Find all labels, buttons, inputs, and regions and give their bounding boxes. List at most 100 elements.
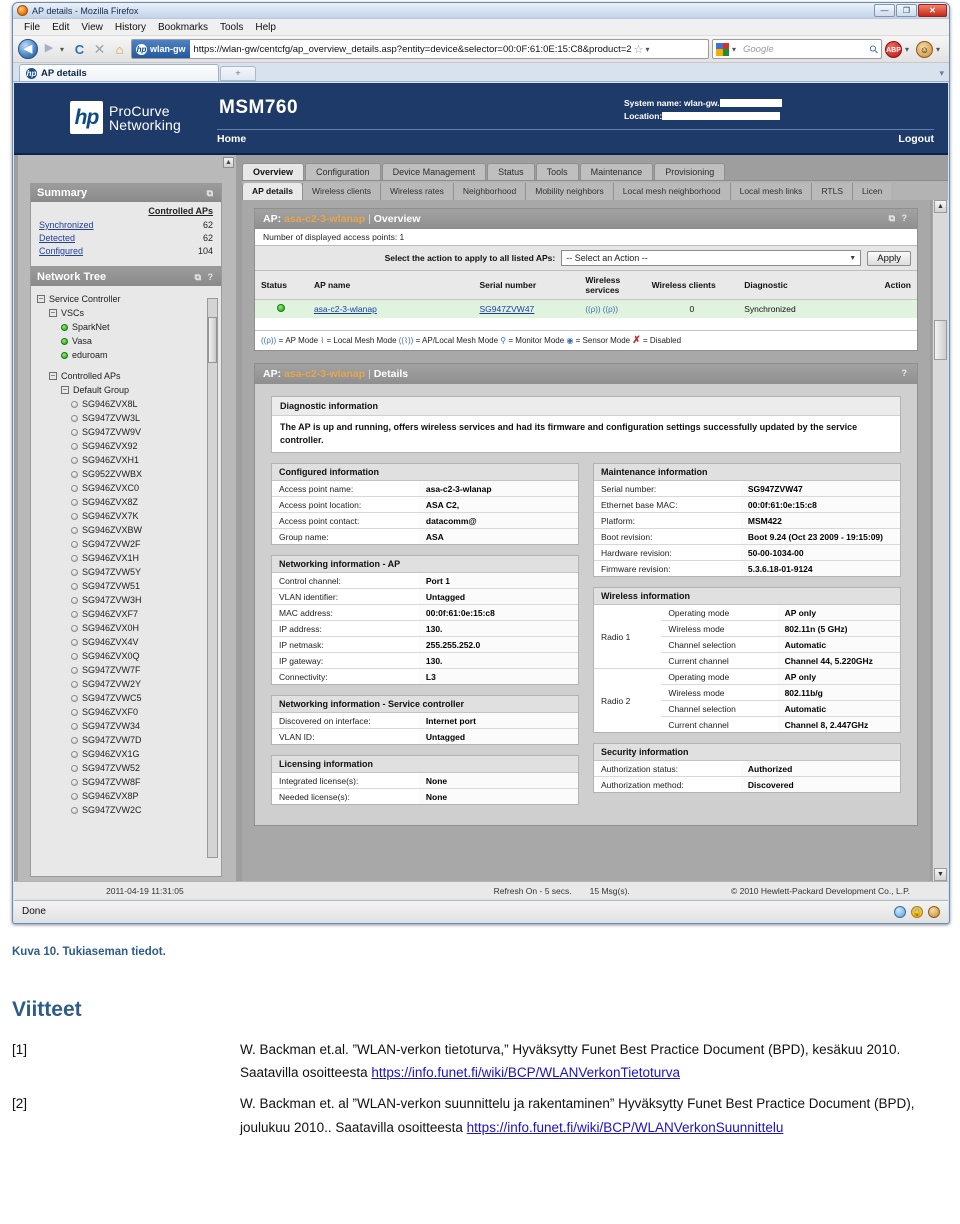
tree-node-ap[interactable]: SG946ZVXF0 bbox=[37, 705, 217, 719]
tree-node-ap[interactable]: SG947ZVW3H bbox=[37, 593, 217, 607]
logout-link[interactable]: Logout bbox=[898, 133, 934, 145]
collapse-icon[interactable]: – bbox=[49, 309, 57, 317]
reference-link[interactable]: https://info.funet.fi/wiki/BCP/WLANVerko… bbox=[371, 1065, 680, 1080]
menu-tools[interactable]: Tools bbox=[215, 21, 248, 34]
tab-list-icon[interactable]: ▾ bbox=[939, 68, 944, 79]
forward-icon[interactable]: ▶ bbox=[41, 39, 57, 59]
details-help-icon[interactable]: ? bbox=[902, 368, 910, 380]
subtab-rtls[interactable]: RTLS bbox=[811, 183, 853, 200]
left-panel-scroll-up-icon[interactable]: ▲ bbox=[223, 157, 234, 168]
network-tree-tools-icons[interactable]: ⧉ ? bbox=[195, 272, 215, 283]
tree-node-ap[interactable]: SG946ZVX1H bbox=[37, 551, 217, 565]
subtab-local-mesh-links[interactable]: Local mesh links bbox=[729, 183, 812, 200]
tree-node-ap[interactable]: SG947ZVW7D bbox=[37, 733, 217, 747]
menu-view[interactable]: View bbox=[76, 21, 108, 34]
tree-node-ap[interactable]: SG947ZVW51 bbox=[37, 579, 217, 593]
subtab-licenses[interactable]: Licen bbox=[852, 183, 892, 200]
addon-dropdown-icon[interactable]: ▾ bbox=[936, 45, 944, 54]
tree-node-ap[interactable]: SG947ZVW2F bbox=[37, 537, 217, 551]
tree-node-ap[interactable]: SG946ZVXBW bbox=[37, 523, 217, 537]
subtab-mobility-neighbors[interactable]: Mobility neighbors bbox=[525, 183, 613, 200]
stop-icon[interactable]: ✕ bbox=[91, 40, 108, 59]
tree-node-ap[interactable]: SG947ZVW34 bbox=[37, 719, 217, 733]
subtab-local-mesh-neighborhood[interactable]: Local mesh neighborhood bbox=[612, 183, 730, 200]
tab-provisioning[interactable]: Provisioning bbox=[654, 163, 726, 180]
tree-node-default-group[interactable]: – Default Group bbox=[37, 383, 217, 397]
tree-node-ap[interactable]: SG946ZVXC0 bbox=[37, 481, 217, 495]
subtab-wireless-clients[interactable]: Wireless clients bbox=[301, 183, 380, 200]
reference-link[interactable]: https://info.funet.fi/wiki/BCP/WLANVerko… bbox=[467, 1120, 784, 1135]
tab-maintenance[interactable]: Maintenance bbox=[579, 163, 654, 180]
menu-help[interactable]: Help bbox=[250, 21, 281, 34]
tree-node-service-controller[interactable]: – Service Controller bbox=[37, 292, 217, 306]
identity-addon-icon[interactable]: ☺ bbox=[916, 40, 933, 58]
collapse-icon[interactable]: – bbox=[61, 386, 69, 394]
menu-edit[interactable]: Edit bbox=[47, 21, 74, 34]
summary-link-configured[interactable]: Configured bbox=[39, 245, 83, 258]
tree-node-ap[interactable]: SG947ZVWC5 bbox=[37, 691, 217, 705]
collapse-icon[interactable]: – bbox=[49, 372, 57, 380]
tree-node-ap[interactable]: SG946ZVXF7 bbox=[37, 607, 217, 621]
tree-node-ap[interactable]: SG947ZVW8F bbox=[37, 775, 217, 789]
subtab-neighborhood[interactable]: Neighborhood bbox=[452, 183, 526, 200]
maximize-button[interactable]: ❐ bbox=[896, 4, 917, 17]
tree-node-ap[interactable]: SG946ZVX8Z bbox=[37, 495, 217, 509]
bookmark-star-icon[interactable]: ☆ bbox=[632, 43, 646, 56]
menu-file[interactable]: File bbox=[19, 21, 45, 34]
tab-tools[interactable]: Tools bbox=[535, 163, 579, 180]
tree-node-ap[interactable]: SG946ZVX0H bbox=[37, 621, 217, 635]
summary-link-synchronized[interactable]: Synchronized bbox=[39, 219, 94, 232]
tab-device-management[interactable]: Device Management bbox=[381, 163, 487, 180]
search-input[interactable]: Google bbox=[743, 44, 867, 55]
tree-node-ap[interactable]: SG946ZVX0Q bbox=[37, 649, 217, 663]
tree-node-ap[interactable]: SG947ZVW9V bbox=[37, 425, 217, 439]
address-bar[interactable]: hp wlan-gw https://wlan-gw/centcfg/ap_ov… bbox=[131, 39, 709, 59]
site-identity-badge[interactable]: hp wlan-gw bbox=[132, 40, 190, 58]
home-icon[interactable]: ⌂ bbox=[111, 40, 128, 59]
tree-node-ap[interactable]: SG952ZVWBX bbox=[37, 467, 217, 481]
search-bar[interactable]: ▾ Google ⚲ bbox=[712, 39, 882, 59]
tree-node-ap[interactable]: SG947ZVW52 bbox=[37, 761, 217, 775]
apply-button[interactable]: Apply bbox=[867, 250, 911, 266]
scroll-down-icon[interactable]: ▼ bbox=[934, 868, 947, 881]
tree-node-ap[interactable]: SG946ZVXH1 bbox=[37, 453, 217, 467]
tree-node-ap[interactable]: SG946ZVX8P bbox=[37, 789, 217, 803]
search-engine-dropdown-icon[interactable]: ▾ bbox=[732, 45, 740, 54]
close-button[interactable]: ✕ bbox=[918, 4, 947, 17]
subtab-ap-details[interactable]: AP details bbox=[242, 183, 302, 200]
tab-configuration[interactable]: Configuration bbox=[305, 163, 381, 180]
tree-node-ap[interactable]: SG947ZVW2C bbox=[37, 803, 217, 817]
history-dropdown-icon[interactable]: ▾ bbox=[60, 45, 68, 54]
new-tab-button[interactable]: + bbox=[220, 66, 256, 81]
adblock-plus-icon[interactable]: ABP bbox=[885, 40, 902, 58]
tree-node-ap[interactable]: SG947ZVW3L bbox=[37, 411, 217, 425]
summary-refresh-icon[interactable]: ⧉ bbox=[207, 188, 215, 199]
network-tree-scrollbar[interactable] bbox=[207, 298, 218, 858]
row-ap-name-link[interactable]: asa-c2-3-wlanap bbox=[314, 304, 377, 314]
reload-icon[interactable]: C bbox=[71, 40, 88, 59]
collapse-icon[interactable]: – bbox=[37, 295, 45, 303]
google-search-icon[interactable] bbox=[716, 42, 729, 56]
summary-link-detected[interactable]: Detected bbox=[39, 232, 75, 245]
tree-node-ap[interactable]: SG946ZVX8L bbox=[37, 397, 217, 411]
tree-node-ap[interactable]: SG947ZVW2Y bbox=[37, 677, 217, 691]
tree-node-ap[interactable]: SG946ZVX4V bbox=[37, 635, 217, 649]
row-serial-link[interactable]: SG947ZVW47 bbox=[479, 304, 534, 314]
bulk-action-select[interactable]: -- Select an Action -- ▼ bbox=[561, 250, 862, 266]
lock-icon[interactable]: 🔒 bbox=[911, 905, 923, 918]
scroll-up-icon[interactable]: ▲ bbox=[934, 200, 947, 213]
tree-node-sparknet[interactable]: SparkNet bbox=[37, 320, 217, 334]
scrollbar-thumb[interactable] bbox=[934, 320, 947, 360]
identity-icon[interactable] bbox=[928, 905, 940, 918]
tree-node-ap[interactable]: SG947ZVW7F bbox=[37, 663, 217, 677]
tree-node-vasa[interactable]: Vasa bbox=[37, 334, 217, 348]
minimize-button[interactable]: — bbox=[874, 4, 895, 17]
overview-panel-tools-icons[interactable]: ⧉ ? bbox=[889, 213, 909, 225]
tab-status[interactable]: Status bbox=[487, 163, 535, 180]
tree-node-eduroam[interactable]: eduroam bbox=[37, 348, 217, 362]
tree-node-vscs[interactable]: – VSCs bbox=[37, 306, 217, 320]
abp-dropdown-icon[interactable]: ▾ bbox=[905, 45, 913, 54]
menu-bookmarks[interactable]: Bookmarks bbox=[153, 21, 213, 34]
tree-node-ap[interactable]: SG946ZVX1G bbox=[37, 747, 217, 761]
tree-node-ap[interactable]: SG946ZVX92 bbox=[37, 439, 217, 453]
